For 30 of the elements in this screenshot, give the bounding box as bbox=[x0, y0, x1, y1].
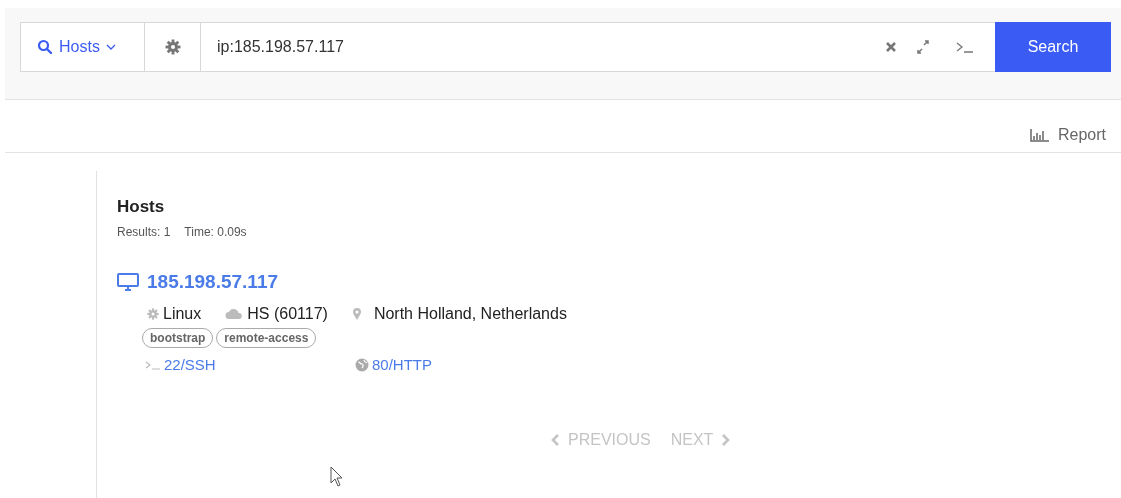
location-label: North Holland, Netherlands bbox=[373, 305, 567, 323]
host-link[interactable]: 185.198.57.117 bbox=[147, 271, 279, 293]
terminal-icon[interactable] bbox=[955, 40, 975, 54]
globe-icon bbox=[355, 357, 369, 372]
results-title: Hosts bbox=[117, 196, 166, 217]
expand-icon[interactable] bbox=[915, 40, 931, 54]
service-link[interactable]: 80/HTTP bbox=[355, 356, 565, 373]
chevron-icon bbox=[105, 43, 116, 51]
search-time: Time: 0.09s bbox=[184, 225, 247, 239]
mouse-pointer-icon bbox=[330, 466, 344, 488]
terminal-icon bbox=[145, 359, 161, 370]
search-button[interactable]: Search bbox=[995, 22, 1111, 72]
results-count: Results: 1 bbox=[117, 225, 171, 239]
scope-dropdown[interactable]: Hosts bbox=[20, 22, 145, 72]
service-link[interactable]: 22/SSH bbox=[145, 356, 355, 373]
gear-icon bbox=[147, 308, 159, 320]
network-label: HS (60117) bbox=[247, 305, 328, 323]
chevron-right-icon bbox=[721, 434, 732, 446]
settings-icon bbox=[164, 39, 181, 55]
search-icon bbox=[37, 39, 53, 55]
os-label: Linux bbox=[163, 305, 202, 323]
settings-button[interactable] bbox=[145, 22, 201, 72]
cloud-icon bbox=[225, 308, 244, 320]
location-pin-icon bbox=[351, 307, 362, 321]
chevron-left-icon bbox=[550, 434, 560, 446]
monitor-icon bbox=[117, 273, 139, 291]
search-field[interactable]: ip:185.198.57.117 bbox=[201, 22, 995, 72]
bar-chart-icon bbox=[1029, 128, 1050, 142]
report-button[interactable]: Report bbox=[1029, 126, 1106, 144]
clear-icon[interactable] bbox=[885, 41, 897, 53]
